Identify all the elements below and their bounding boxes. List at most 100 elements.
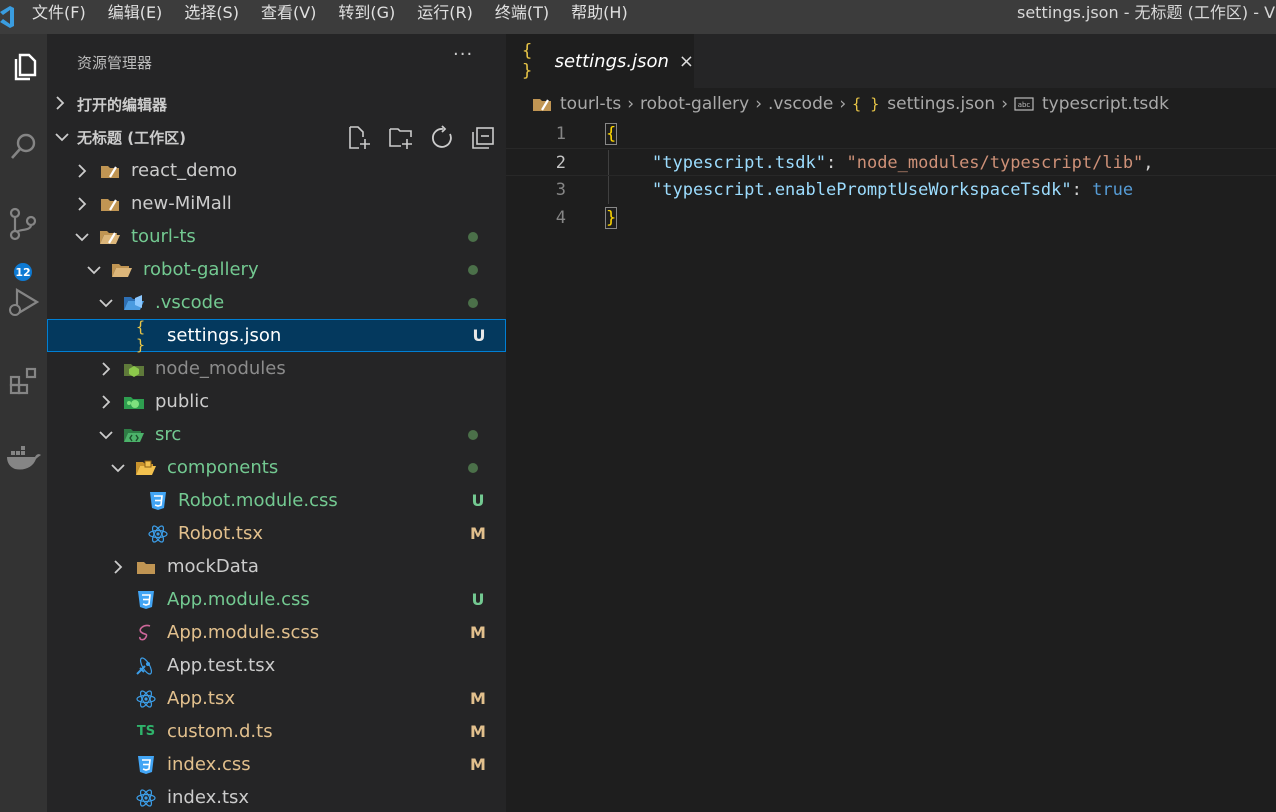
tree-item-index-tsx[interactable]: index.tsx [47, 781, 506, 812]
window-title: settings.json - 无标题 (工作区) - V [1017, 3, 1276, 22]
menu-run[interactable]: 运行(R) [411, 0, 479, 34]
activity-source-control[interactable] [0, 200, 47, 248]
editor-area: { } settings.json × tourl-ts › robot-gal… [506, 34, 1276, 812]
breadcrumb-label: .vscode [768, 94, 834, 114]
json-comma: , [1143, 153, 1154, 173]
tree-item-robot-gallery[interactable]: robot-gallery [47, 253, 506, 286]
menu-terminal[interactable]: 终端(T) [489, 0, 555, 34]
changes-dot [468, 265, 478, 275]
activity-docker[interactable] [0, 434, 47, 482]
json-colon: : [1071, 180, 1093, 200]
tree-item-custom-d-ts[interactable]: TS custom.d.ts M [47, 715, 506, 748]
changes-dot [468, 232, 478, 242]
breadcrumb-item[interactable]: .vscode [768, 94, 833, 114]
tree-item-app-test-tsx[interactable]: App.test.tsx [47, 649, 506, 682]
workspace-section[interactable]: 无标题 (工作区) [47, 121, 506, 154]
tree-item-robot-module-css[interactable]: Robot.module.css U [47, 484, 506, 517]
activity-run-debug[interactable] [0, 278, 47, 326]
tree-item-public[interactable]: public [47, 385, 506, 418]
menu-help[interactable]: 帮助(H) [565, 0, 634, 34]
new-file-icon[interactable] [346, 125, 374, 151]
folder-open-icon [111, 253, 133, 286]
tree-item-settings-json[interactable]: { } settings.json U [47, 318, 506, 354]
more-actions-icon[interactable]: ··· [453, 44, 473, 65]
search-icon [10, 133, 35, 159]
tree-item-label: node_modules [155, 358, 286, 379]
tree-item-label: robot-gallery [143, 259, 259, 280]
new-folder-icon[interactable] [388, 125, 416, 151]
tree-item-robot-tsx[interactable]: Robot.tsx M [47, 517, 506, 550]
tree-item-app-module-css[interactable]: App.module.css U [47, 583, 506, 616]
breadcrumb-item[interactable]: { } settings.json [852, 94, 995, 114]
components-folder-open-icon [135, 451, 157, 484]
git-status-modified: M [470, 524, 486, 543]
tree-item-label: .vscode [155, 292, 225, 313]
tree-item-src[interactable]: src [47, 418, 506, 451]
tree-item-components[interactable]: components [47, 451, 506, 484]
tree-item-app-tsx[interactable]: App.tsx M [47, 682, 506, 715]
tree-item-mockdata[interactable]: mockData [47, 550, 506, 583]
css-file-icon [135, 583, 157, 616]
chevron-right-icon [111, 550, 125, 583]
refresh-icon[interactable] [430, 125, 456, 151]
tree-item-node-modules[interactable]: node_modules [47, 352, 506, 385]
vscode-folder-icon [123, 286, 145, 319]
tree-item-label: index.css [167, 754, 251, 775]
tree-item-label: index.tsx [167, 787, 250, 808]
vscode-logo-icon [0, 6, 14, 28]
chevron-down-icon [87, 253, 101, 286]
json-colon: : [826, 153, 847, 173]
open-editors-section[interactable]: 打开的编辑器 [47, 88, 506, 121]
code-line: 2 "typescript.tsdk": "node_modules/types… [506, 148, 1276, 176]
chevron-right-icon: › [1001, 94, 1009, 114]
breadcrumb-item[interactable]: tourl-ts [532, 94, 621, 114]
folder-icon [135, 550, 157, 583]
close-icon[interactable]: × [679, 51, 694, 72]
typescript-definition-icon: TS [136, 724, 156, 739]
editor-tab-bar: { } settings.json × [506, 34, 1276, 88]
tree-item-new-mimall[interactable]: new-MiMall [47, 187, 506, 220]
code-line: 1 { [506, 120, 1276, 148]
explorer-title: 资源管理器 [77, 54, 153, 72]
git-status-modified: M [470, 755, 486, 774]
root-folder-open-icon [99, 220, 121, 253]
line-number: 1 [555, 124, 566, 144]
breadcrumb: tourl-ts › robot-gallery › .vscode › { }… [532, 91, 1169, 117]
root-folder-icon [533, 99, 551, 111]
tree-item-tourl-ts[interactable]: tourl-ts [47, 220, 506, 253]
collapse-all-icon[interactable] [470, 125, 496, 151]
git-status-untracked: U [472, 326, 486, 345]
source-control-icon [9, 207, 36, 241]
tree-item-react-demo[interactable]: react_demo [47, 154, 506, 187]
chevron-down-icon [75, 220, 89, 253]
chevron-right-icon [75, 187, 89, 220]
tab-settings-json[interactable]: { } settings.json × [506, 34, 694, 88]
menu-selection[interactable]: 选择(S) [178, 0, 245, 34]
tree-item-vscode-folder[interactable]: .vscode [47, 286, 506, 319]
json-file-icon: { } [522, 41, 533, 81]
tree-item-app-module-scss[interactable]: App.module.scss M [47, 616, 506, 649]
menu-file[interactable]: 文件(F) [26, 0, 92, 34]
css-file-icon [135, 748, 157, 781]
chevron-down-icon [99, 286, 113, 319]
open-editors-label: 打开的编辑器 [77, 96, 168, 114]
json-key: "typescript.enablePromptUseWorkspaceTsdk… [652, 180, 1072, 200]
menu-edit[interactable]: 编辑(E) [102, 0, 169, 34]
activity-explorer[interactable] [0, 44, 47, 92]
react-file-icon [135, 781, 157, 812]
css-file-icon [147, 484, 169, 517]
activity-extensions[interactable] [0, 356, 47, 404]
docker-icon [6, 446, 41, 470]
breadcrumb-item[interactable]: abc typescript.tsdk [1014, 94, 1169, 114]
chevron-right-icon [99, 352, 113, 385]
root-folder-icon [99, 154, 121, 187]
tree-item-label: Robot.tsx [178, 523, 264, 544]
activity-search[interactable] [0, 122, 47, 170]
activity-bar: 12 [0, 34, 47, 812]
tree-item-index-css[interactable]: index.css M [47, 748, 506, 781]
chevron-right-icon [55, 95, 69, 114]
menu-go[interactable]: 转到(G) [332, 0, 401, 34]
breadcrumb-item[interactable]: robot-gallery [640, 94, 749, 114]
svg-text:abc: abc [1018, 101, 1031, 109]
menu-view[interactable]: 查看(V) [255, 0, 322, 34]
